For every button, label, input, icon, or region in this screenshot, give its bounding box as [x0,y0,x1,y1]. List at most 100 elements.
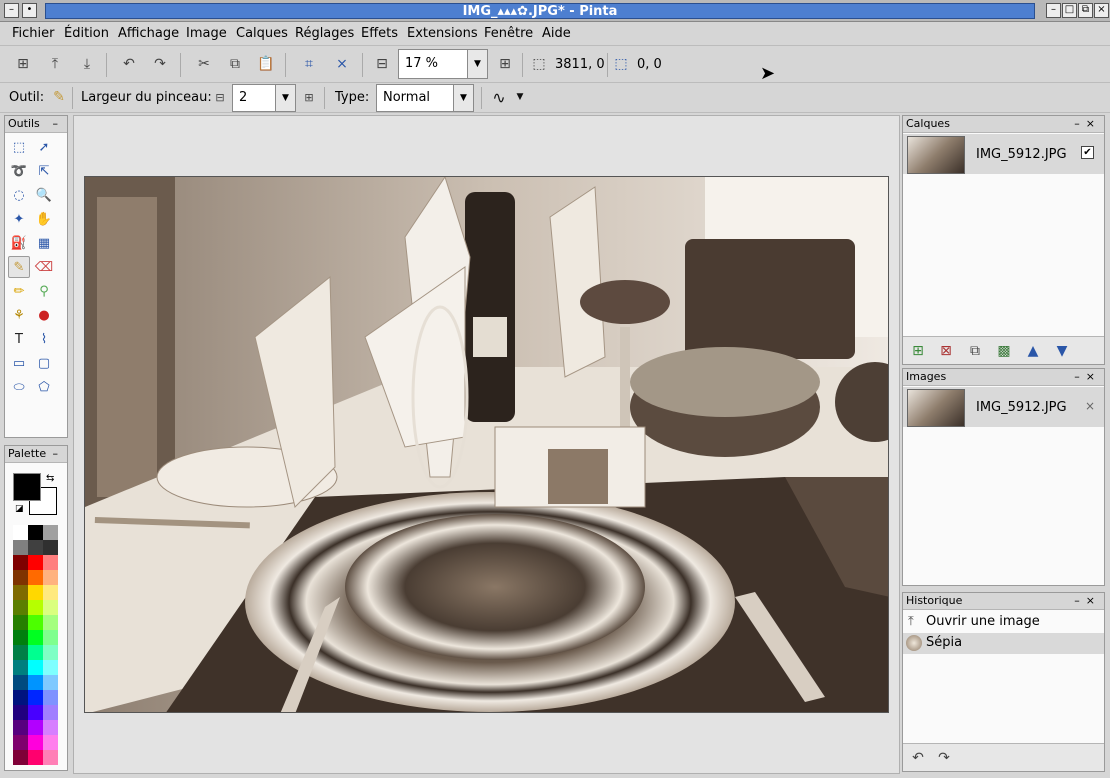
palette-swatch[interactable] [28,555,43,570]
menu-reglages[interactable]: Réglages [295,26,354,41]
move-selection-icon[interactable]: ⇱ [33,160,55,182]
palette-swatch[interactable] [43,675,58,690]
palette-swatch[interactable] [13,600,28,615]
palette-swatch[interactable] [28,525,43,540]
brush-width-combo[interactable]: 2 ▼ [232,84,296,112]
rounded-rectangle-icon[interactable]: ▢ [33,352,55,374]
palette-swatch[interactable] [13,645,28,660]
move-selected-icon[interactable]: ➚ [33,136,55,158]
palette-swatch[interactable] [43,705,58,720]
palette-swatch[interactable] [13,735,28,750]
palette-swatch[interactable] [43,720,58,735]
merge-layer-icon[interactable]: ▩ [992,339,1016,363]
palette-swatch[interactable] [28,600,43,615]
palette-swatch[interactable] [13,615,28,630]
chevron-down-icon[interactable]: ▼ [467,50,487,78]
palette-swatch[interactable] [28,570,43,585]
panel-controls-icon[interactable]: –× [1074,116,1101,132]
chevron-down-icon[interactable]: ▼ [275,85,295,111]
menu-extensions[interactable]: Extensions [407,26,478,41]
palette-swatch[interactable] [43,585,58,600]
palette-swatch[interactable] [13,525,28,540]
palette-swatch[interactable] [43,750,58,765]
palette-swatch[interactable] [13,720,28,735]
palette-swatch[interactable] [43,570,58,585]
rectangle-select-icon[interactable]: ⬚ [8,136,30,158]
window-stick-button[interactable]: • [22,3,37,18]
swap-colors-icon[interactable]: ⇆ [46,473,54,484]
paint-bucket-icon[interactable]: ⛽ [8,232,30,254]
palette-swatch[interactable] [13,750,28,765]
palette-swatch[interactable] [43,615,58,630]
undo-icon[interactable]: ↶ [117,52,141,76]
menu-aide[interactable]: Aide [542,26,571,41]
zoom-in-icon[interactable]: ⊞ [493,52,517,76]
type-combo[interactable]: Normal ▼ [376,84,474,112]
ellipse-icon[interactable]: ⬭ [8,376,30,398]
move-layer-down-icon[interactable]: ▼ [1050,339,1074,363]
palette-swatch[interactable] [28,735,43,750]
chevron-down-icon[interactable]: ▼ [508,85,532,109]
palette-swatch[interactable] [13,690,28,705]
gradient-icon[interactable]: ▦ [33,232,55,254]
panel-controls-icon[interactable]: –× [1074,593,1101,609]
palette-swatch[interactable] [43,735,58,750]
save-icon[interactable]: ⤓ [75,52,99,76]
move-layer-up-icon[interactable]: ▲ [1021,339,1045,363]
chevron-down-icon[interactable]: ▼ [453,85,473,111]
image-canvas[interactable] [84,176,889,713]
palette-swatch[interactable] [13,555,28,570]
close-button[interactable]: × [1094,3,1109,18]
palette-swatch[interactable] [13,630,28,645]
palette-swatch[interactable] [13,705,28,720]
menu-fichier[interactable]: Fichier [12,26,55,41]
reset-colors-icon[interactable]: ◪ [15,504,24,514]
maximize-button[interactable]: □ [1062,3,1077,18]
paintbrush-tool-icon[interactable]: ✎ [8,256,30,278]
menu-affichage[interactable]: Affichage [118,26,179,41]
cut-icon[interactable]: ✂ [192,52,216,76]
history-item-selected[interactable]: Sépia [903,633,1104,654]
palette-swatch[interactable] [43,690,58,705]
eraser-icon[interactable]: ⌫ [33,256,55,278]
crop-to-selection-icon[interactable]: ⌗ [297,52,321,76]
text-icon[interactable]: T [8,328,30,350]
palette-swatch[interactable] [43,660,58,675]
open-icon[interactable]: ⤒ [43,52,67,76]
image-row[interactable]: IMG_5912.JPG × [903,387,1104,427]
rectangle-icon[interactable]: ▭ [8,352,30,374]
palette-swatch[interactable] [13,585,28,600]
close-image-icon[interactable]: × [1085,399,1095,413]
palette-swatch[interactable] [43,645,58,660]
palette-swatch[interactable] [28,750,43,765]
palette-swatch[interactable] [28,630,43,645]
restore-button[interactable]: ⧉ [1078,3,1093,18]
freeform-shape-icon[interactable]: ⬠ [33,376,55,398]
palette-swatch[interactable] [43,600,58,615]
window-menu-button[interactable]: – [4,3,19,18]
pencil-icon[interactable]: ✏ [8,280,30,302]
minimize-panel-icon[interactable]: – [53,116,65,132]
delete-layer-icon[interactable]: ⊠ [934,339,958,363]
pan-icon[interactable]: ✋ [33,208,55,230]
paste-icon[interactable]: 📋 [254,52,278,76]
increase-width-icon[interactable]: ⊞ [297,85,321,109]
menu-image[interactable]: Image [186,26,227,41]
menu-edition[interactable]: Édition [64,26,109,41]
panel-controls-icon[interactable]: –× [1074,369,1101,385]
layer-row[interactable]: IMG_5912.JPG ✔ [903,134,1104,174]
palette-swatch[interactable] [28,615,43,630]
menu-effets[interactable]: Effets [361,26,398,41]
new-image-icon[interactable]: ⊞ [11,52,35,76]
clone-stamp-icon[interactable]: ⚘ [8,304,30,326]
palette-swatch[interactable] [43,540,58,555]
primary-color-swatch[interactable] [13,473,41,501]
palette-swatch[interactable] [13,540,28,555]
palette-swatch[interactable] [43,555,58,570]
zoom-combo[interactable]: 17 % ▼ [398,49,488,79]
palette-swatch[interactable] [43,525,58,540]
minimize-button[interactable]: – [1046,3,1061,18]
color-picker-icon[interactable]: ⚲ [33,280,55,302]
palette-swatch[interactable] [43,630,58,645]
palette-swatch[interactable] [28,645,43,660]
